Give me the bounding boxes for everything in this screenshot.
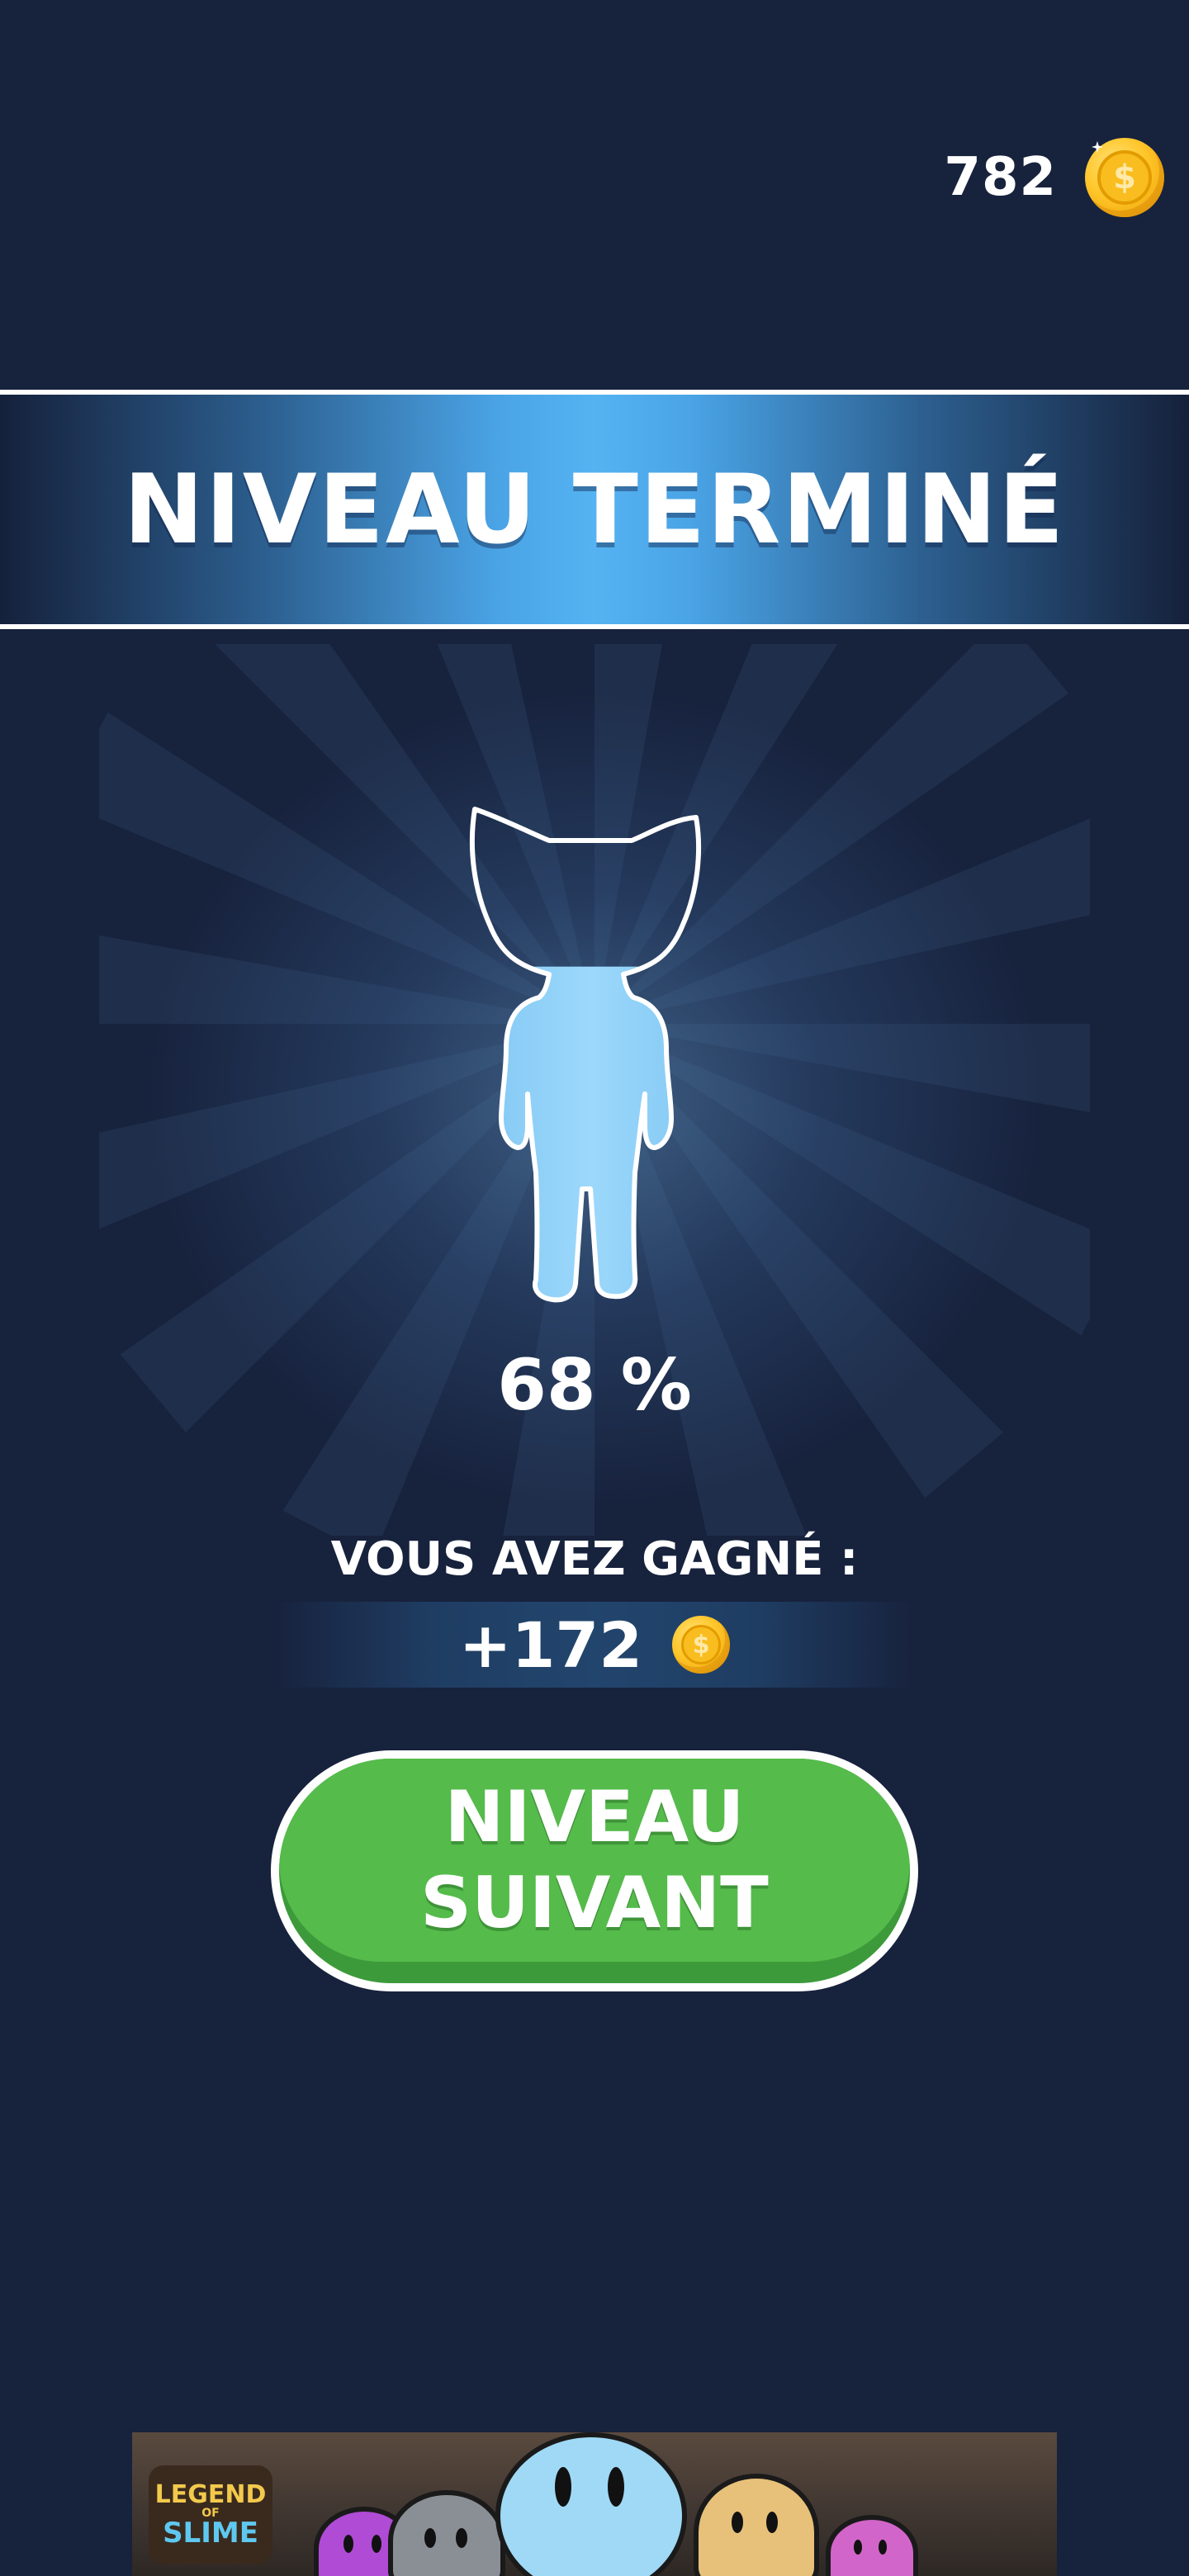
fill-percentage: 68 % [497,1344,692,1427]
next-level-label-line1: NIVEAU [444,1776,745,1859]
next-level-button[interactable]: NIVEAU SUIVANT [271,1750,918,1991]
blue-slime-icon [495,2432,687,2576]
title-banner: NIVEAU TERMINÉ [0,390,1189,629]
gray-knight-slime-icon [388,2490,505,2576]
level-complete-screen: 782 $ NIVEAU TERMINÉ 68 % VOUS AVEZ GAGN… [0,0,1189,2576]
character-fill-level [471,966,699,1300]
next-level-label-line2: SUIVANT [420,1862,769,1944]
gold-coin-icon: $ [672,1616,731,1674]
reward-amount: +172 [458,1608,643,1682]
level-complete-title: NIVEAU TERMINÉ [123,453,1066,566]
coin-counter: 782 $ [944,132,1164,223]
ad-game-logo: LEGEND OF SLIME [149,2465,272,2564]
gold-coin-icon: $ [1085,138,1164,217]
reward-label: VOUS AVEZ GAGNÉ : [330,1532,859,1586]
pink-slime-icon [826,2515,918,2576]
coin-count: 782 [944,147,1057,208]
cat-character-silhouette [469,807,701,1303]
ad-banner[interactable]: LEGEND OF SLIME [132,2432,1057,2576]
reward-bar: +172 $ [272,1602,917,1688]
gold-slime-icon [694,2474,819,2576]
